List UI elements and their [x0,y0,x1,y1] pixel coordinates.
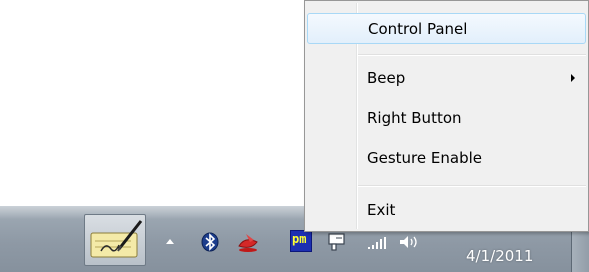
submenu-arrow-icon [571,74,575,82]
device-app-icon[interactable] [327,232,347,252]
menu-item-gesture-enable[interactable]: Gesture Enable [307,143,586,174]
menu-separator [358,185,586,187]
pm-app-icon-text: pm [292,232,307,246]
taskbar-clock-date[interactable]: 4/1/2011 [466,247,556,267]
red-lips-app-icon[interactable] [236,230,260,254]
show-hidden-icons-arrow-icon[interactable] [164,236,176,248]
menu-item-label: Exit [367,201,396,219]
speaker-volume-icon[interactable] [398,233,420,251]
pen-tablet-icon [90,220,143,258]
menu-item-right-button[interactable]: Right Button [307,103,586,134]
menu-separator [358,54,586,56]
tray-context-menu: Control Panel Beep Right Button Gesture … [304,0,589,232]
pen-tablet-taskbar-button[interactable] [84,214,146,266]
menu-item-label: Beep [367,69,406,87]
menu-item-control-panel[interactable]: Control Panel [307,13,586,44]
menu-item-label: Control Panel [368,20,468,38]
pm-app-icon[interactable]: pm [290,230,312,252]
bluetooth-icon[interactable] [201,232,219,252]
menu-item-label: Gesture Enable [367,149,482,167]
menu-item-exit[interactable]: Exit [307,195,586,226]
network-signal-icon[interactable] [367,236,389,250]
menu-item-beep[interactable]: Beep [307,63,586,94]
menu-item-label: Right Button [367,109,462,127]
